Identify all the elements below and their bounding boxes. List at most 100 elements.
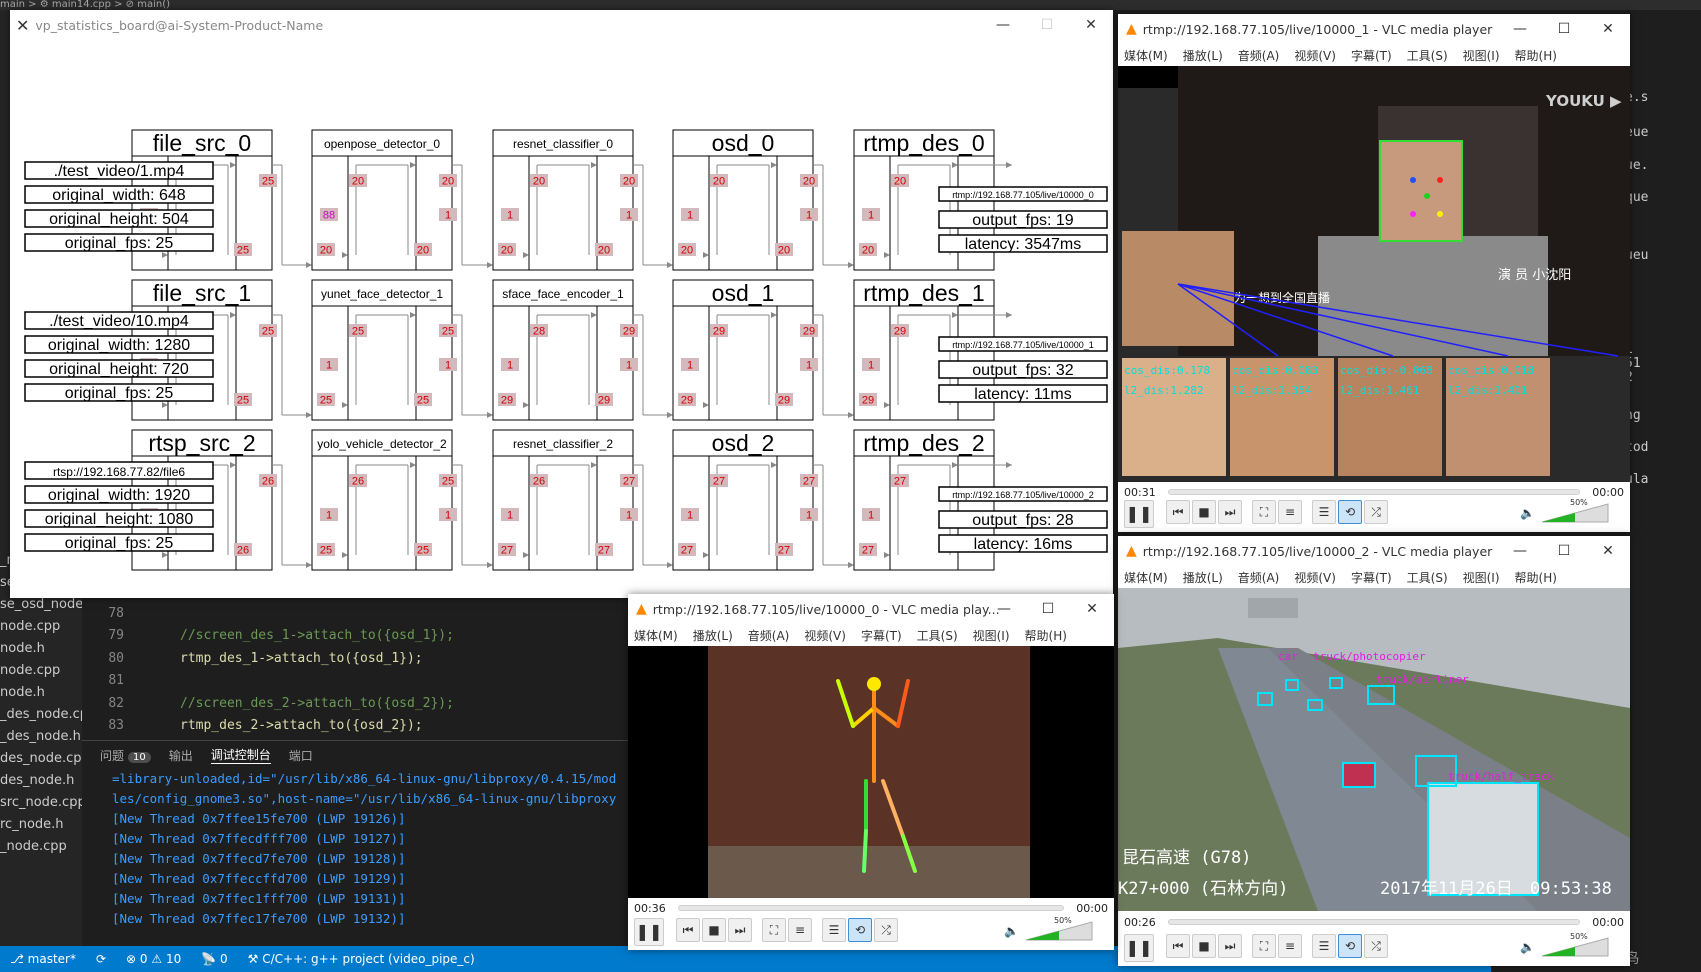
branch-status[interactable]: ⎇ master*	[10, 952, 76, 966]
explorer-file-item[interactable]: rc_node.h	[0, 814, 82, 836]
vlc-menu-item[interactable]: 媒体(M)	[1124, 47, 1168, 64]
minimize-button[interactable]: —	[1498, 14, 1542, 44]
maximize-button[interactable]: ☐	[1026, 594, 1070, 624]
extended-settings-button[interactable]: ≡	[1278, 500, 1302, 524]
explorer-file-item[interactable]: _node.cpp	[0, 836, 82, 858]
vlc-menu-item[interactable]: 工具(S)	[917, 627, 958, 644]
vlc-menu-item[interactable]: 音频(A)	[1238, 47, 1280, 64]
previous-button[interactable]: ⏮	[1166, 934, 1190, 958]
close-button[interactable]: ✕	[1586, 14, 1630, 44]
stop-button[interactable]: ■	[1192, 500, 1216, 524]
fullscreen-button[interactable]: ⛶	[1252, 934, 1276, 958]
code-line[interactable]: 82 //screen_des_2->attach_to({osd_2});	[82, 693, 632, 716]
playlist-button[interactable]: ☰	[822, 918, 846, 942]
fullscreen-button[interactable]: ⛶	[762, 918, 786, 942]
explorer-file-item[interactable]: des_node.cpp	[0, 748, 82, 770]
vlc-menu-item[interactable]: 工具(S)	[1407, 47, 1448, 64]
vlc-menu-item[interactable]: 媒体(M)	[634, 627, 678, 644]
vlc1-titlebar[interactable]: ▲ rtmp://192.168.77.105/live/10000_1 - V…	[1118, 14, 1630, 44]
vlc-menu-item[interactable]: 字幕(T)	[1351, 569, 1392, 586]
vlc-menu-item[interactable]: 播放(L)	[693, 627, 733, 644]
stop-button[interactable]: ■	[702, 918, 726, 942]
vlc-menu-item[interactable]: 音频(A)	[1238, 569, 1280, 586]
explorer-file-item[interactable]: _des_node.cpp	[0, 704, 82, 726]
ports-status[interactable]: 📡 0	[201, 952, 227, 966]
code-line[interactable]: 83 rtmp_des_2->attach_to({osd_2});	[82, 715, 632, 738]
next-button[interactable]: ⏭	[1218, 500, 1242, 524]
extended-settings-button[interactable]: ≡	[788, 918, 812, 942]
next-button[interactable]: ⏭	[1218, 934, 1242, 958]
close-button[interactable]: ✕	[1070, 594, 1114, 624]
previous-button[interactable]: ⏮	[1166, 500, 1190, 524]
close-button[interactable]: ✕	[1069, 10, 1113, 40]
pause-button[interactable]: ❚❚	[1124, 934, 1154, 962]
tab-debug-console[interactable]: 调试控制台	[210, 746, 271, 764]
speaker-icon[interactable]: 🔈	[1520, 506, 1535, 520]
maximize-button[interactable]: ☐	[1025, 10, 1069, 40]
tab-ports[interactable]: 端口	[289, 747, 313, 764]
board-titlebar[interactable]: ✕ vp_statistics_board@ai-System-Product-…	[10, 10, 1113, 40]
explorer-file-item[interactable]: node.cpp	[0, 660, 82, 682]
speaker-icon[interactable]: 🔈	[1520, 940, 1535, 954]
seek-slider[interactable]	[678, 905, 1064, 911]
vlc-menu-item[interactable]: 播放(L)	[1183, 569, 1223, 586]
problems-status[interactable]: ⊗ 0 ⚠ 10	[126, 952, 181, 966]
sync-icon[interactable]: ⟳	[96, 952, 106, 966]
explorer-file-item[interactable]: des_node.h	[0, 770, 82, 792]
maximize-button[interactable]: ☐	[1542, 536, 1586, 566]
vlc-menu-item[interactable]: 视图(I)	[973, 627, 1010, 644]
explorer-file-item[interactable]: src_node.cpp	[0, 792, 82, 814]
code-line[interactable]: 80 rtmp_des_1->attach_to({osd_1});	[82, 648, 632, 671]
code-line[interactable]: 78	[82, 603, 632, 626]
vlc-menu-item[interactable]: 视图(I)	[1463, 569, 1500, 586]
code-line[interactable]: 79 //screen_des_1->attach_to({osd_1});	[82, 625, 632, 648]
vlc2-titlebar[interactable]: ▲ rtmp://192.168.77.105/live/10000_2 - V…	[1118, 536, 1630, 566]
vlc-menu-item[interactable]: 帮助(H)	[1515, 569, 1557, 586]
vlc-menu-item[interactable]: 视图(I)	[1463, 47, 1500, 64]
stop-button[interactable]: ■	[1192, 934, 1216, 958]
vlc-menu-item[interactable]: 音频(A)	[748, 627, 790, 644]
vlc-menu-item[interactable]: 帮助(H)	[1025, 627, 1067, 644]
debug-console-output[interactable]: =library-unloaded,id="/usr/lib/x86_64-li…	[82, 769, 632, 929]
minimize-button[interactable]: —	[981, 10, 1025, 40]
build-status[interactable]: ⚒ C/C++: g++ project (video_pipe_c)	[248, 952, 475, 966]
next-button[interactable]: ⏭	[728, 918, 752, 942]
playlist-button[interactable]: ☰	[1312, 934, 1336, 958]
explorer-file-item[interactable]: node.cpp	[0, 616, 82, 638]
tab-output[interactable]: 输出	[169, 747, 193, 764]
code-line[interactable]: 81	[82, 670, 632, 693]
vlc-menu-item[interactable]: 播放(L)	[1183, 47, 1223, 64]
seek-slider[interactable]	[1168, 489, 1580, 495]
pause-button[interactable]: ❚❚	[634, 918, 664, 946]
vlc-menu-item[interactable]: 字幕(T)	[1351, 47, 1392, 64]
explorer-file-item[interactable]: node.h	[0, 638, 82, 660]
code-editor[interactable]: 77rtmp_des_0->attach_to({osd_0});7879//s…	[82, 580, 632, 740]
explorer-file-item[interactable]: node.h	[0, 682, 82, 704]
speaker-icon[interactable]: 🔈	[1004, 924, 1019, 938]
previous-button[interactable]: ⏮	[676, 918, 700, 942]
vlc0-titlebar[interactable]: ▲ rtmp://192.168.77.105/live/10000_0 - V…	[628, 594, 1114, 624]
minimize-button[interactable]: —	[1498, 536, 1542, 566]
vlc-menu-item[interactable]: 媒体(M)	[1124, 569, 1168, 586]
vlc-menu-item[interactable]: 帮助(H)	[1515, 47, 1557, 64]
vlc-menu-item[interactable]: 视频(V)	[1294, 569, 1336, 586]
shuffle-button[interactable]: ⤮	[1364, 934, 1388, 958]
loop-button[interactable]: ⟲	[1338, 934, 1362, 958]
explorer-file-item[interactable]: _des_node.h	[0, 726, 82, 748]
shuffle-button[interactable]: ⤮	[874, 918, 898, 942]
vlc-menu-item[interactable]: 字幕(T)	[861, 627, 902, 644]
minimize-button[interactable]: —	[982, 594, 1026, 624]
playlist-button[interactable]: ☰	[1312, 500, 1336, 524]
loop-button[interactable]: ⟲	[848, 918, 872, 942]
vlc-menu-item[interactable]: 工具(S)	[1407, 569, 1448, 586]
extended-settings-button[interactable]: ≡	[1278, 934, 1302, 958]
seek-slider[interactable]	[1168, 919, 1580, 925]
tab-problems[interactable]: 问题 10	[100, 747, 151, 764]
fullscreen-button[interactable]: ⛶	[1252, 500, 1276, 524]
pause-button[interactable]: ❚❚	[1124, 500, 1154, 528]
shuffle-button[interactable]: ⤮	[1364, 500, 1388, 524]
vlc-menu-item[interactable]: 视频(V)	[804, 627, 846, 644]
close-button[interactable]: ✕	[1586, 536, 1630, 566]
vlc-menu-item[interactable]: 视频(V)	[1294, 47, 1336, 64]
loop-button[interactable]: ⟲	[1338, 500, 1362, 524]
